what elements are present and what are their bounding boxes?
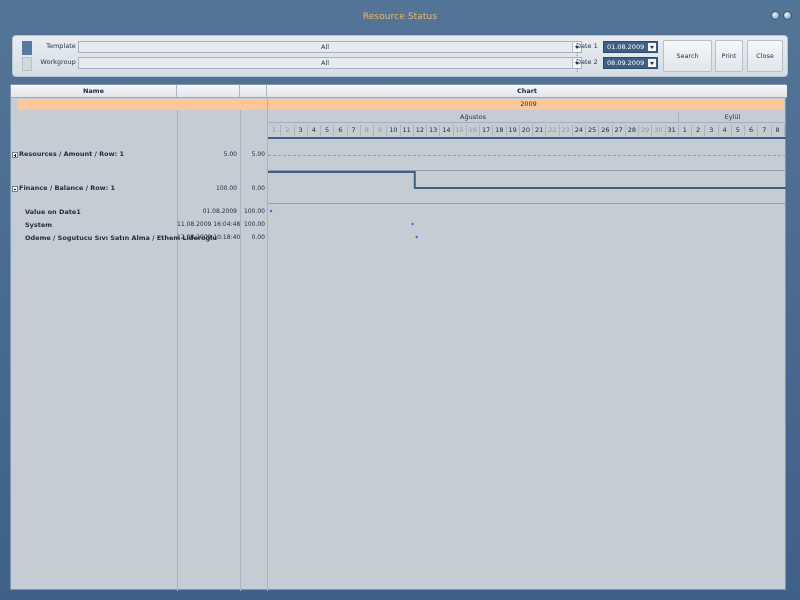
day-header-cell: 13 (427, 125, 441, 136)
workgroup-color-swatch (22, 57, 32, 71)
column-header-name[interactable]: Name (11, 85, 177, 98)
sub-row-amount: 100.00 (244, 208, 265, 215)
day-header-cell: 25 (586, 125, 600, 136)
row-value-resources: 5.00 (223, 151, 237, 158)
day-header-cell: 24 (573, 125, 586, 136)
day-header-cell: 4 (719, 125, 732, 136)
date1-value: 01.08.2009 (607, 43, 645, 51)
day-header-cell: 12 (414, 125, 427, 136)
column-divider (177, 98, 178, 591)
day-header-cell: 10 (387, 125, 401, 136)
sub-row-date: 12.08.2009 10:18:40 (177, 234, 241, 241)
column-header-chart[interactable]: Chart (267, 85, 787, 98)
month-header-september: Eylül (678, 112, 786, 123)
day-header-cell: 5 (732, 125, 745, 136)
collapse-icon[interactable] (12, 186, 18, 192)
day-header-cell: 8 (772, 125, 785, 136)
day-header-row: 1 2 3 4 5 6 7 8 9 10 11 12 13 14 15 16 17 18 19 20 21 22 23 24 2… (268, 125, 786, 136)
row-label-resources[interactable]: Resources / Amount / Row: 1 (19, 150, 124, 158)
expand-icon[interactable] (12, 152, 18, 158)
day-header-cell: 27 (613, 125, 626, 136)
template-color-swatch (22, 41, 32, 55)
sub-row-point-marker (411, 222, 414, 226)
day-header-cell: 2 (692, 125, 706, 136)
day-header-cell: 3 (705, 125, 719, 136)
workgroup-value: All (320, 59, 330, 67)
day-header-cell: 31 (666, 125, 679, 136)
row-scale-finance: 0.00 (251, 185, 265, 192)
template-label: Template : (46, 42, 80, 50)
day-header-cell: 29 (639, 125, 653, 136)
sub-row-amount: 0.00 (251, 234, 265, 241)
workgroup-label: Workgroup : (40, 58, 80, 66)
column-header-value[interactable] (177, 85, 240, 98)
day-header-cell: 23 (560, 125, 573, 136)
close-button[interactable]: Close (747, 40, 783, 72)
search-button[interactable]: Search (663, 40, 712, 72)
title-bar: Resource Status (0, 0, 800, 34)
finance-balance-series-line (268, 171, 786, 189)
year-label: 2009 (520, 100, 537, 108)
workgroup-combo[interactable]: All (78, 57, 582, 69)
date1-field[interactable]: 01.08.2009 (603, 41, 658, 53)
sub-row-date: 11.08.2009 16:04:48 (177, 221, 241, 228)
day-header-cell: 30 (652, 125, 666, 136)
day-header-cell: 7 (758, 125, 772, 136)
chevron-down-icon[interactable] (648, 43, 656, 51)
date2-label: Date 2 : (576, 58, 598, 74)
date2-field[interactable]: 08.09.2009 (603, 57, 658, 69)
year-bar: 2009 (17, 99, 784, 110)
day-header-cell: 11 (401, 125, 414, 136)
day-header-cell: 4 (308, 125, 321, 136)
resource-grid: Name Chart 2009 Ağustos Eylül 1234567891… (10, 84, 787, 591)
month-header-august: Ağustos (268, 112, 678, 123)
day-header-cell: 2 (281, 125, 295, 136)
day-header-cell: 6 (745, 125, 759, 136)
day-header-cell: 6 (334, 125, 348, 136)
day-header-cell: 14 (440, 125, 454, 136)
sub-row-date: 01.08.2009 (202, 208, 237, 215)
print-button[interactable]: Print (715, 40, 743, 72)
day-header-cell: 21 (533, 125, 547, 136)
day-header-cell: 28 (626, 125, 639, 136)
year-bar-divider (267, 99, 268, 110)
date2-value: 08.09.2009 (607, 59, 645, 67)
sub-row-amount: 100.00 (244, 221, 265, 228)
row-scale-resources: 5.00 (251, 151, 265, 158)
day-header-cell: 1 (268, 125, 282, 136)
day-header-cell: 1 (679, 125, 692, 136)
sub-row-label[interactable]: System (25, 221, 52, 229)
sub-row-point-marker (415, 235, 418, 239)
day-header-cell: 22 (546, 125, 560, 136)
app-window: Resource Status Template : All Workgroup… (0, 0, 800, 600)
chevron-down-icon[interactable] (648, 59, 656, 67)
day-header-cell: 17 (480, 125, 494, 136)
template-value: All (320, 43, 330, 51)
day-header-cell: 15 (454, 125, 467, 136)
window-title: Resource Status (362, 12, 438, 22)
day-header-cell: 26 (599, 125, 613, 136)
template-combo[interactable]: All (78, 41, 582, 53)
day-header-cell: 7 (348, 125, 361, 136)
day-header-cell: 18 (493, 125, 507, 136)
sub-row-point-marker (269, 209, 273, 213)
timeline-chart (268, 137, 786, 239)
window-close-icon[interactable] (783, 11, 792, 20)
date1-label: Date 1 : (576, 42, 598, 58)
grid-header: Name Chart (11, 85, 787, 98)
day-header-cell: 20 (520, 125, 533, 136)
filter-toolbar: Template : All Workgroup : All Date 1 : … (12, 35, 788, 77)
day-header-cell: 5 (321, 125, 335, 136)
day-header-cell: 3 (295, 125, 308, 136)
row-label-finance[interactable]: Finance / Balance / Row: 1 (19, 184, 115, 192)
sub-row-label[interactable]: Value on Date1 (25, 208, 81, 216)
minimize-icon[interactable] (771, 11, 780, 20)
row-value-finance: 100.00 (216, 185, 237, 192)
column-divider (240, 98, 241, 591)
day-header-cell: 16 (467, 125, 480, 136)
column-header-scale[interactable] (240, 85, 267, 98)
day-header-cell: 8 (361, 125, 374, 136)
day-header-cell: 9 (374, 125, 388, 136)
day-header-cell: 19 (507, 125, 520, 136)
